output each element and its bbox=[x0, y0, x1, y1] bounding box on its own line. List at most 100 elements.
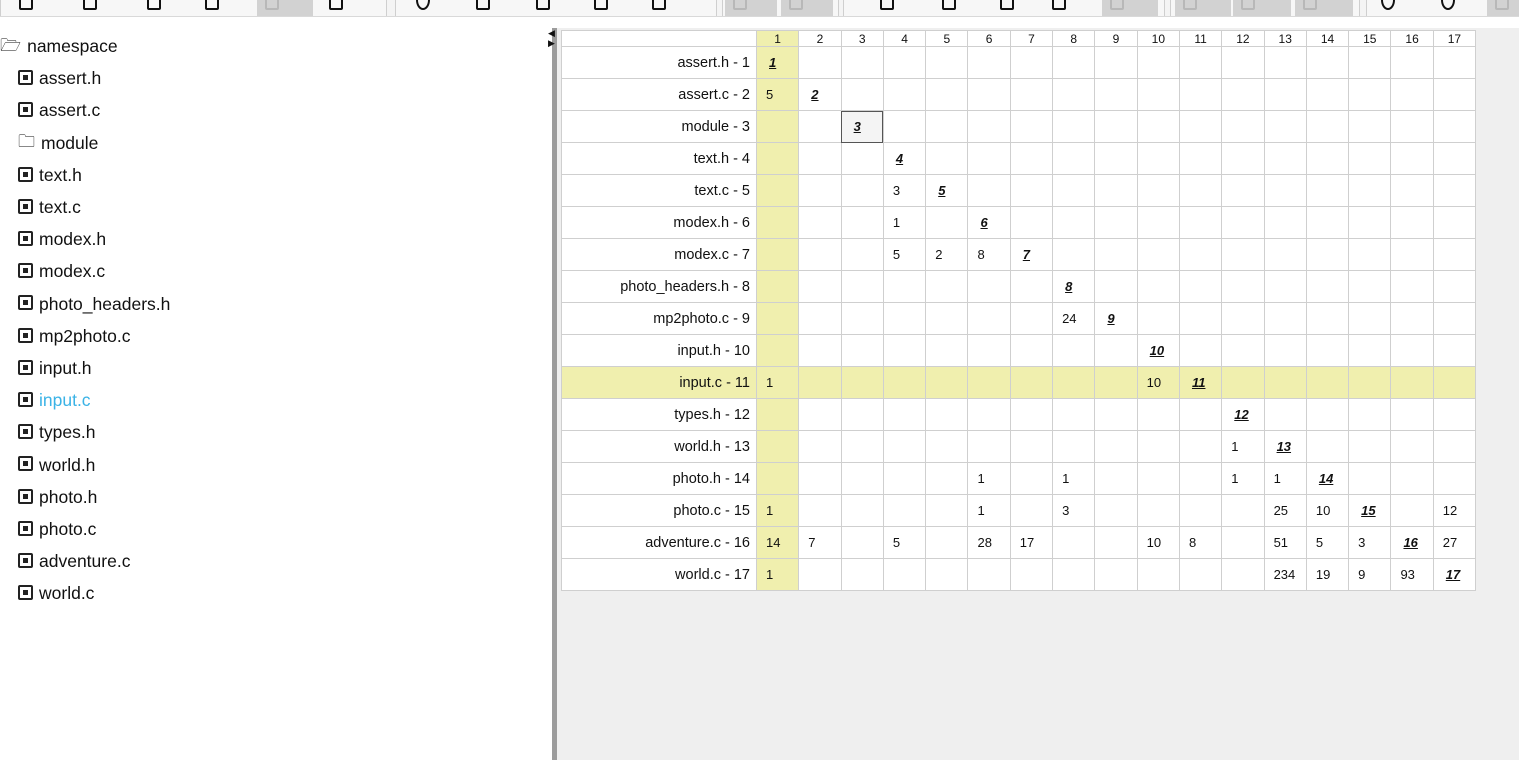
matrix-cell[interactable] bbox=[1094, 270, 1138, 303]
matrix-cell[interactable] bbox=[1348, 78, 1392, 111]
matrix-diagonal-cell[interactable]: 14 bbox=[1305, 462, 1350, 495]
matrix-column-header[interactable]: 12 bbox=[1221, 30, 1265, 47]
matrix-cell[interactable] bbox=[1348, 302, 1392, 335]
matrix-cell[interactable] bbox=[1052, 174, 1096, 207]
matrix-cell[interactable] bbox=[1390, 302, 1434, 335]
matrix-cell[interactable]: 1 bbox=[1263, 462, 1307, 495]
matrix-cell[interactable] bbox=[1094, 238, 1138, 271]
matrix-cell[interactable] bbox=[882, 494, 927, 527]
matrix-cell[interactable] bbox=[967, 334, 1011, 367]
toolbar-button-10[interactable] bbox=[586, 0, 616, 16]
matrix-cell[interactable] bbox=[1136, 398, 1180, 431]
matrix-cell[interactable] bbox=[882, 110, 927, 143]
tree-item[interactable]: world.c bbox=[18, 577, 94, 609]
matrix-cell[interactable] bbox=[925, 78, 969, 111]
matrix-cell[interactable] bbox=[1178, 46, 1223, 79]
matrix-cell[interactable] bbox=[1305, 334, 1350, 367]
matrix-diagonal-cell[interactable]: 11 bbox=[1178, 366, 1223, 399]
matrix-cell[interactable] bbox=[1348, 206, 1392, 239]
matrix-cell[interactable] bbox=[925, 334, 969, 367]
matrix-row-header[interactable]: modex.h - 6 bbox=[561, 206, 757, 239]
matrix-diagonal-cell[interactable]: 7 bbox=[1009, 238, 1054, 271]
matrix-diagonal-cell[interactable]: 12 bbox=[1221, 398, 1265, 431]
matrix-cell[interactable] bbox=[1432, 78, 1477, 111]
matrix-cell[interactable]: 1 bbox=[1221, 462, 1265, 495]
toolbar-button-13[interactable] bbox=[781, 0, 833, 16]
matrix-cell[interactable]: 51 bbox=[1263, 526, 1307, 559]
matrix-cell[interactable] bbox=[1221, 558, 1265, 591]
matrix-cell[interactable] bbox=[1136, 46, 1180, 79]
matrix-cell[interactable] bbox=[798, 430, 842, 463]
matrix-cell[interactable] bbox=[1136, 238, 1180, 271]
matrix-cell[interactable] bbox=[1390, 398, 1434, 431]
tree-item[interactable]: text.c bbox=[18, 191, 81, 223]
matrix-cell[interactable] bbox=[967, 46, 1011, 79]
matrix-cell[interactable] bbox=[1305, 238, 1350, 271]
matrix-cell[interactable] bbox=[1348, 398, 1392, 431]
matrix-cell[interactable] bbox=[1432, 206, 1477, 239]
matrix-row[interactable]: assert.h - 11 bbox=[561, 46, 1477, 79]
matrix-cell[interactable] bbox=[840, 78, 884, 111]
toolbar-button-5[interactable] bbox=[257, 0, 313, 16]
matrix-cell[interactable] bbox=[1348, 366, 1392, 399]
toolbar-button-9[interactable] bbox=[528, 0, 558, 16]
matrix-cell[interactable] bbox=[755, 398, 800, 431]
matrix-diagonal-cell[interactable]: 6 bbox=[967, 206, 1011, 239]
matrix-cell[interactable] bbox=[1432, 334, 1477, 367]
matrix-cell[interactable] bbox=[1136, 142, 1180, 175]
matrix-column-header[interactable]: 6 bbox=[967, 30, 1011, 47]
matrix-cell[interactable] bbox=[967, 398, 1011, 431]
matrix-cell[interactable] bbox=[1094, 174, 1138, 207]
matrix-cell[interactable] bbox=[1432, 366, 1477, 399]
matrix-cell[interactable] bbox=[1390, 78, 1434, 111]
tree-item[interactable]: modex.c bbox=[18, 255, 105, 287]
matrix-cell[interactable] bbox=[1221, 334, 1265, 367]
matrix-column-header[interactable]: 17 bbox=[1432, 30, 1477, 47]
matrix-cell[interactable] bbox=[840, 430, 884, 463]
matrix-cell[interactable] bbox=[1009, 142, 1054, 175]
matrix-row[interactable]: text.c - 5 35 bbox=[561, 174, 1477, 207]
matrix-cell[interactable]: 28 bbox=[967, 526, 1011, 559]
matrix-cell[interactable] bbox=[1221, 526, 1265, 559]
matrix-cell[interactable]: 1 bbox=[755, 494, 800, 527]
matrix-cell[interactable] bbox=[1390, 366, 1434, 399]
toolbar-button-3[interactable] bbox=[139, 0, 169, 16]
matrix-cell[interactable] bbox=[840, 366, 884, 399]
matrix-cell[interactable]: 5 bbox=[882, 526, 927, 559]
matrix-cell[interactable] bbox=[925, 46, 969, 79]
matrix-cell[interactable] bbox=[967, 366, 1011, 399]
matrix-cell[interactable] bbox=[1348, 462, 1392, 495]
tree-item[interactable]: photo.h bbox=[18, 481, 97, 513]
matrix-cell[interactable] bbox=[1390, 430, 1434, 463]
matrix-cell[interactable] bbox=[1009, 462, 1054, 495]
matrix-cell[interactable] bbox=[882, 78, 927, 111]
matrix-diagonal-cell[interactable]: 3 bbox=[840, 110, 884, 143]
matrix-cell[interactable] bbox=[1390, 494, 1434, 527]
matrix-cell[interactable] bbox=[1221, 494, 1265, 527]
matrix-column-header[interactable]: 14 bbox=[1305, 30, 1350, 47]
matrix-cell[interactable]: 25 bbox=[1263, 494, 1307, 527]
matrix-cell[interactable] bbox=[1136, 206, 1180, 239]
matrix-cell[interactable] bbox=[1305, 430, 1350, 463]
matrix-row[interactable]: assert.c - 252 bbox=[561, 78, 1477, 111]
matrix-row-header[interactable]: world.c - 17 bbox=[561, 558, 757, 591]
matrix-cell[interactable] bbox=[1263, 110, 1307, 143]
matrix-row-header[interactable]: assert.c - 2 bbox=[561, 78, 757, 111]
matrix-cell[interactable] bbox=[1094, 462, 1138, 495]
matrix-column-header[interactable]: 8 bbox=[1052, 30, 1096, 47]
matrix-row[interactable]: input.h - 10 10 bbox=[561, 334, 1477, 367]
matrix-row[interactable]: photo.h - 14 1 1 1 1 14 bbox=[561, 462, 1477, 495]
matrix-row-header[interactable]: photo_headers.h - 8 bbox=[561, 270, 757, 303]
matrix-cell[interactable] bbox=[798, 46, 842, 79]
matrix-cell[interactable]: 1 bbox=[755, 558, 800, 591]
matrix-cell[interactable] bbox=[1305, 206, 1350, 239]
matrix-cell[interactable] bbox=[840, 142, 884, 175]
matrix-cell[interactable] bbox=[925, 302, 969, 335]
matrix-row-header[interactable]: photo.c - 15 bbox=[561, 494, 757, 527]
matrix-cell[interactable] bbox=[1221, 206, 1265, 239]
matrix-cell[interactable] bbox=[840, 462, 884, 495]
matrix-cell[interactable] bbox=[1178, 398, 1223, 431]
matrix-cell[interactable] bbox=[755, 462, 800, 495]
matrix-cell[interactable] bbox=[967, 302, 1011, 335]
matrix-cell[interactable] bbox=[1263, 142, 1307, 175]
